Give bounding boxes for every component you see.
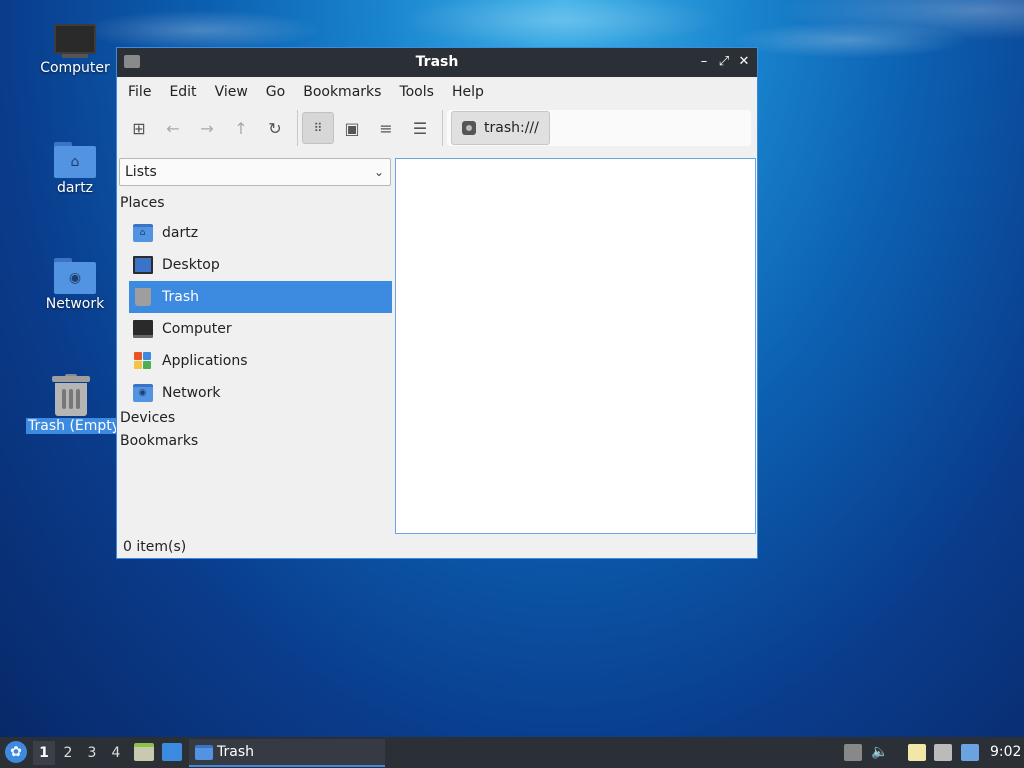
menu-go[interactable]: Go — [257, 77, 294, 107]
path-bar: trash:/// — [447, 110, 751, 146]
reload-icon: ↻ — [268, 118, 282, 138]
sidebar-section-places[interactable]: Places — [120, 195, 165, 211]
clipboard-icon[interactable] — [908, 744, 926, 761]
start-menu-button[interactable]: ✿ — [5, 741, 27, 763]
arrow-left-icon: ← — [166, 118, 180, 138]
sidebar-item-applications[interactable]: Applications — [129, 345, 392, 377]
path-button-trash[interactable]: trash:/// — [451, 111, 550, 145]
toolbar-separator — [442, 110, 443, 146]
back-button[interactable]: ← — [157, 112, 189, 144]
desktop-icon-trash[interactable]: Trash (Empty) — [26, 374, 116, 434]
sidebar-item-dartz[interactable]: ⌂ dartz — [129, 217, 392, 249]
sidebar-section-devices[interactable]: Devices — [120, 410, 175, 426]
window-titlebar[interactable]: Trash – ⤢ ✕ — [117, 48, 757, 77]
toolbar: ⊞ ← → ↑ ↻ ⠿ ▣ ≡ ☰ trash:/// — [117, 107, 757, 149]
main-content: Lists ⌄ Places ⌂ dartz Desktop Trash Com… — [117, 157, 757, 534]
thumbnail-view-button[interactable]: ▣ — [336, 112, 368, 144]
desktop-icon-label: dartz — [56, 180, 94, 196]
icon-view-button[interactable]: ⠿ — [302, 112, 334, 144]
close-button[interactable]: ✕ — [735, 53, 753, 71]
forward-button[interactable]: → — [191, 112, 223, 144]
arrow-right-icon: → — [200, 118, 214, 138]
up-button[interactable]: ↑ — [225, 112, 257, 144]
drive-icon — [462, 121, 476, 135]
desktop-icon-computer[interactable]: Computer — [30, 24, 120, 76]
workspace-4[interactable]: 4 — [105, 741, 127, 765]
reload-button[interactable]: ↻ — [259, 112, 291, 144]
new-tab-button[interactable]: ⊞ — [123, 112, 155, 144]
sidebar-item-label: dartz — [162, 225, 199, 241]
app-menu-icon: ✿ — [10, 744, 22, 760]
menu-edit[interactable]: Edit — [160, 77, 205, 107]
path-label: trash:/// — [484, 120, 539, 136]
image-icon: ▣ — [344, 118, 360, 138]
workspace-2[interactable]: 2 — [57, 741, 79, 765]
sidebar-item-label: Computer — [162, 321, 232, 337]
desktop-icon-label: Trash (Empty) — [26, 418, 116, 434]
sidebar-item-desktop[interactable]: Desktop — [129, 249, 392, 281]
taskbar: ✿ 1 2 3 4 Trash 🔈 9:02 — [0, 737, 1024, 768]
taskbar-task-trash[interactable]: Trash — [189, 739, 385, 767]
home-folder-icon: ⌂ — [54, 142, 96, 178]
sidebar-section-bookmarks[interactable]: Bookmarks — [120, 433, 198, 449]
toolbar-separator — [297, 110, 298, 146]
sidebar-item-label: Network — [162, 385, 221, 401]
menu-bookmarks[interactable]: Bookmarks — [294, 77, 390, 107]
window-title: Trash — [415, 54, 459, 70]
volume-icon[interactable]: 🔈 — [871, 744, 889, 761]
network-folder-icon: ◉ — [54, 258, 96, 294]
menu-tools[interactable]: Tools — [390, 77, 443, 107]
task-label: Trash — [217, 744, 254, 760]
trash-icon — [135, 288, 151, 306]
chevron-down-icon: ⌄ — [373, 165, 384, 179]
computer-icon — [54, 24, 96, 58]
computer-icon — [133, 320, 153, 338]
clock[interactable]: 9:02 — [990, 744, 1021, 760]
new-tab-icon: ⊞ — [132, 118, 146, 138]
folder-icon — [195, 744, 213, 760]
status-bar-text: 0 item(s) — [123, 539, 187, 555]
workspace-1[interactable]: 1 — [33, 741, 55, 765]
desktop-icon — [133, 256, 153, 274]
menu-view[interactable]: View — [206, 77, 257, 107]
show-desktop-icon[interactable] — [162, 743, 182, 761]
arrow-up-icon: ↑ — [234, 118, 248, 138]
file-view-pane[interactable] — [395, 158, 756, 534]
menu-file[interactable]: File — [119, 77, 160, 107]
file-manager-window: Trash – ⤢ ✕ File Edit View Go Bookmarks … — [116, 47, 758, 559]
sidebar-mode-label: Lists — [125, 164, 157, 180]
detailed-list-icon: ☰ — [412, 118, 428, 138]
workspace-3[interactable]: 3 — [81, 741, 103, 765]
sidebar-item-label: Trash — [162, 289, 199, 305]
trash-icon — [52, 374, 90, 416]
network-status-icon[interactable] — [934, 744, 952, 761]
minimize-button[interactable]: – — [695, 53, 713, 71]
applications-icon — [133, 352, 153, 370]
menu-help[interactable]: Help — [443, 77, 493, 107]
maximize-button[interactable]: ⤢ — [715, 53, 733, 71]
menu-bar: File Edit View Go Bookmarks Tools Help — [117, 77, 757, 107]
network-folder-icon: ◉ — [133, 384, 153, 402]
eject-icon[interactable] — [844, 744, 862, 761]
sidebar-mode-select[interactable]: Lists ⌄ — [119, 158, 391, 186]
desktop-icon-network[interactable]: ◉ Network — [30, 258, 120, 312]
sidebar-item-computer[interactable]: Computer — [129, 313, 392, 345]
sidebar-item-trash[interactable]: Trash — [129, 281, 392, 313]
file-manager-launcher-icon[interactable] — [134, 743, 154, 761]
update-notifier-icon[interactable] — [961, 744, 979, 761]
detailed-list-view-button[interactable]: ☰ — [404, 112, 436, 144]
sidebar-item-label: Applications — [162, 353, 248, 369]
desktop-icon-label: Network — [45, 296, 105, 312]
home-folder-icon: ⌂ — [133, 224, 153, 242]
list-icon: ≡ — [379, 118, 393, 138]
desktop-icon-dartz[interactable]: ⌂ dartz — [30, 142, 120, 196]
grid-icon: ⠿ — [313, 121, 323, 135]
sidebar-item-network[interactable]: ◉ Network — [129, 377, 392, 409]
sidebar-item-label: Desktop — [162, 257, 220, 273]
compact-view-button[interactable]: ≡ — [370, 112, 402, 144]
desktop-icon-label: Computer — [40, 60, 110, 76]
